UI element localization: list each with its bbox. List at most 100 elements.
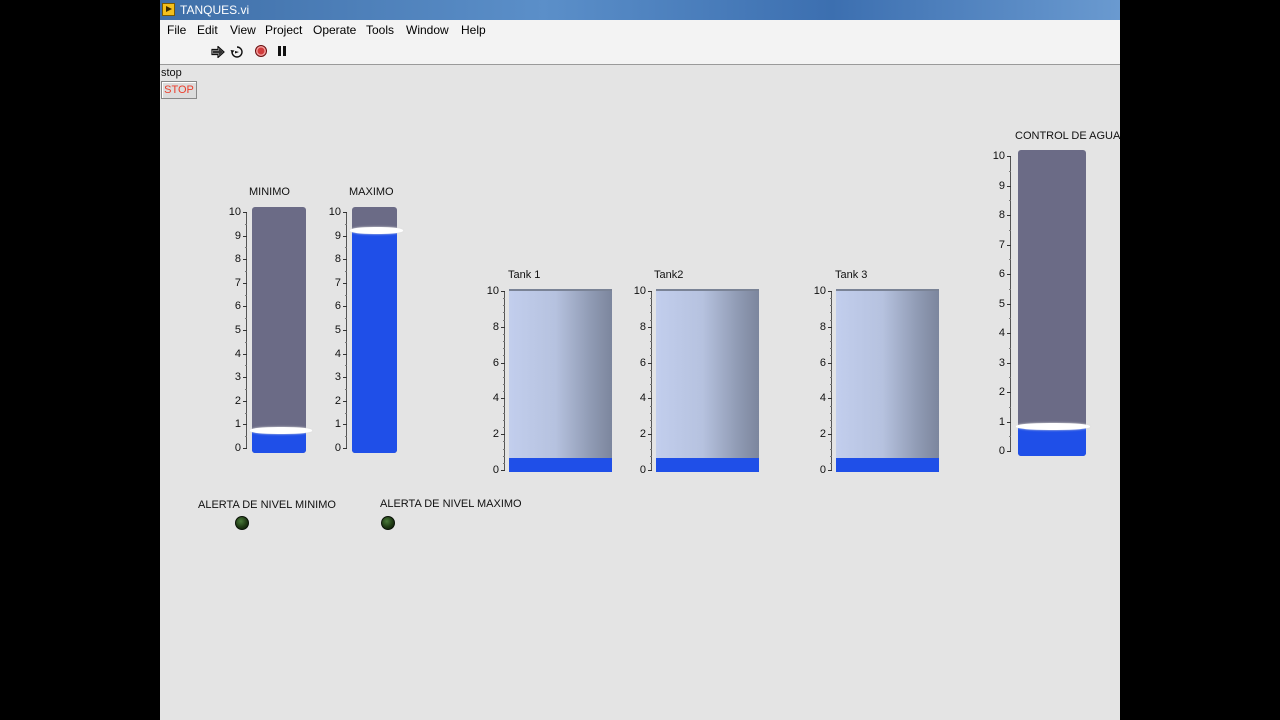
- menu-project[interactable]: Project: [265, 23, 302, 37]
- scale-minor-tick: [503, 412, 505, 414]
- scale-tick-label: 6: [492, 356, 499, 369]
- minimo-slider[interactable]: [250, 207, 312, 453]
- scale-minor-tick: [503, 298, 505, 300]
- tank1: [509, 289, 612, 472]
- menu-file[interactable]: File: [167, 23, 186, 37]
- scale-minor-tick: [830, 405, 832, 407]
- control-agua-slider[interactable]: [1016, 150, 1090, 456]
- maximo-fill: [352, 230, 397, 453]
- scale-tick: [243, 424, 247, 426]
- tank3-scale: 0 2 4 6 8 10: [807, 286, 832, 476]
- scale-tick: [243, 400, 247, 402]
- menu-operate[interactable]: Operate: [313, 23, 356, 37]
- scale-minor-tick: [245, 341, 247, 343]
- scale-tick-label: 8: [819, 320, 826, 333]
- scale-tick-label: 3: [998, 356, 1005, 369]
- scale-tick-label: 0: [334, 442, 341, 454]
- scale-minor-tick: [650, 455, 652, 457]
- scale-tick-label: 1: [234, 418, 241, 431]
- scale-tick: [243, 353, 247, 355]
- minimo-label: MINIMO: [249, 186, 290, 198]
- toolbar: [160, 40, 1120, 65]
- scale-minor-tick: [503, 405, 505, 407]
- scale-minor-tick: [650, 384, 652, 386]
- scale-tick-label: 1: [334, 418, 341, 431]
- scale-minor-tick: [345, 247, 347, 249]
- maximo-thumb[interactable]: [350, 226, 403, 234]
- minimo-track: [252, 207, 306, 453]
- vi-icon: [162, 3, 175, 16]
- scale-tick: [243, 448, 247, 449]
- scale-minor-tick: [1009, 259, 1011, 261]
- menu-help[interactable]: Help: [461, 23, 486, 37]
- tank3-body: [836, 289, 939, 472]
- scale-tick-label: 9: [998, 179, 1005, 192]
- scale-minor-tick: [830, 305, 832, 307]
- tank2: [656, 289, 759, 472]
- scale-tick: [243, 330, 247, 331]
- scale-tick: [343, 353, 347, 355]
- tank1-label: Tank 1: [508, 269, 541, 281]
- scale-tick: [243, 377, 247, 379]
- scale-tick: [243, 282, 247, 284]
- control-agua-fill: [1018, 427, 1086, 456]
- scale-minor-tick: [650, 319, 652, 321]
- run-arrow-icon[interactable]: [211, 46, 225, 58]
- run-continuously-icon[interactable]: [230, 45, 244, 59]
- scale-tick: [1007, 215, 1011, 216]
- scale-tick: [1007, 451, 1011, 452]
- maximo-scale: 0 1 2 3 4 5 6 7 8 9 10: [322, 207, 347, 454]
- scale-tick: [648, 470, 652, 471]
- alerta-maximo-led[interactable]: [381, 516, 395, 530]
- scale-tick-label: 4: [998, 327, 1005, 339]
- scale-tick: [648, 398, 652, 400]
- alerta-minimo-led[interactable]: [235, 516, 249, 530]
- menu-view[interactable]: View: [230, 23, 256, 37]
- scale-minor-tick: [503, 419, 505, 421]
- scale-tick-label: 8: [334, 253, 341, 266]
- pause-icon[interactable]: [278, 46, 286, 56]
- scale-tick: [1007, 156, 1011, 157]
- scale-tick-label: 2: [998, 386, 1005, 398]
- scale-minor-tick: [503, 384, 505, 386]
- scale-minor-tick: [830, 333, 832, 335]
- minimo-fill: [252, 431, 306, 453]
- stop-label: stop: [161, 67, 182, 79]
- scale-tick: [243, 259, 247, 261]
- menu-tools[interactable]: Tools: [366, 23, 394, 37]
- scale-minor-tick: [345, 318, 347, 320]
- scale-minor-tick: [650, 405, 652, 407]
- scale-tick-label: 1: [998, 415, 1005, 428]
- scale-tick: [828, 291, 832, 292]
- scale-tick-label: 7: [334, 276, 341, 289]
- menu-edit[interactable]: Edit: [197, 23, 218, 37]
- scale-minor-tick: [650, 419, 652, 421]
- scale-minor-tick: [650, 298, 652, 300]
- scale-minor-tick: [503, 319, 505, 321]
- menu-window[interactable]: Window: [406, 23, 449, 37]
- scale-tick-label: 8: [492, 320, 499, 333]
- maximo-slider[interactable]: [350, 207, 403, 453]
- scale-tick: [828, 326, 832, 328]
- scale-tick-label: 2: [234, 394, 241, 407]
- scale-tick-label: 6: [819, 356, 826, 369]
- scale-minor-tick: [345, 294, 347, 296]
- scale-minor-tick: [830, 419, 832, 421]
- menu-bar: File Edit View Project Operate Tools Win…: [160, 20, 1120, 40]
- scale-minor-tick: [830, 341, 832, 343]
- maximo-label: MAXIMO: [349, 186, 394, 198]
- scale-minor-tick: [245, 294, 247, 296]
- scale-minor-tick: [245, 271, 247, 272]
- scale-tick-label: 8: [998, 209, 1005, 221]
- scale-tick: [648, 291, 652, 292]
- abort-icon[interactable]: [255, 45, 267, 57]
- stop-button[interactable]: STOP: [161, 81, 197, 99]
- scale-tick: [243, 235, 247, 237]
- scale-minor-tick: [245, 223, 247, 225]
- scale-minor-tick: [650, 391, 652, 393]
- scale-minor-tick: [503, 448, 505, 450]
- tank2-body: [656, 289, 759, 472]
- scale-tick-label: 5: [334, 324, 341, 336]
- tank3-label: Tank 3: [835, 269, 868, 281]
- scale-tick: [343, 212, 347, 213]
